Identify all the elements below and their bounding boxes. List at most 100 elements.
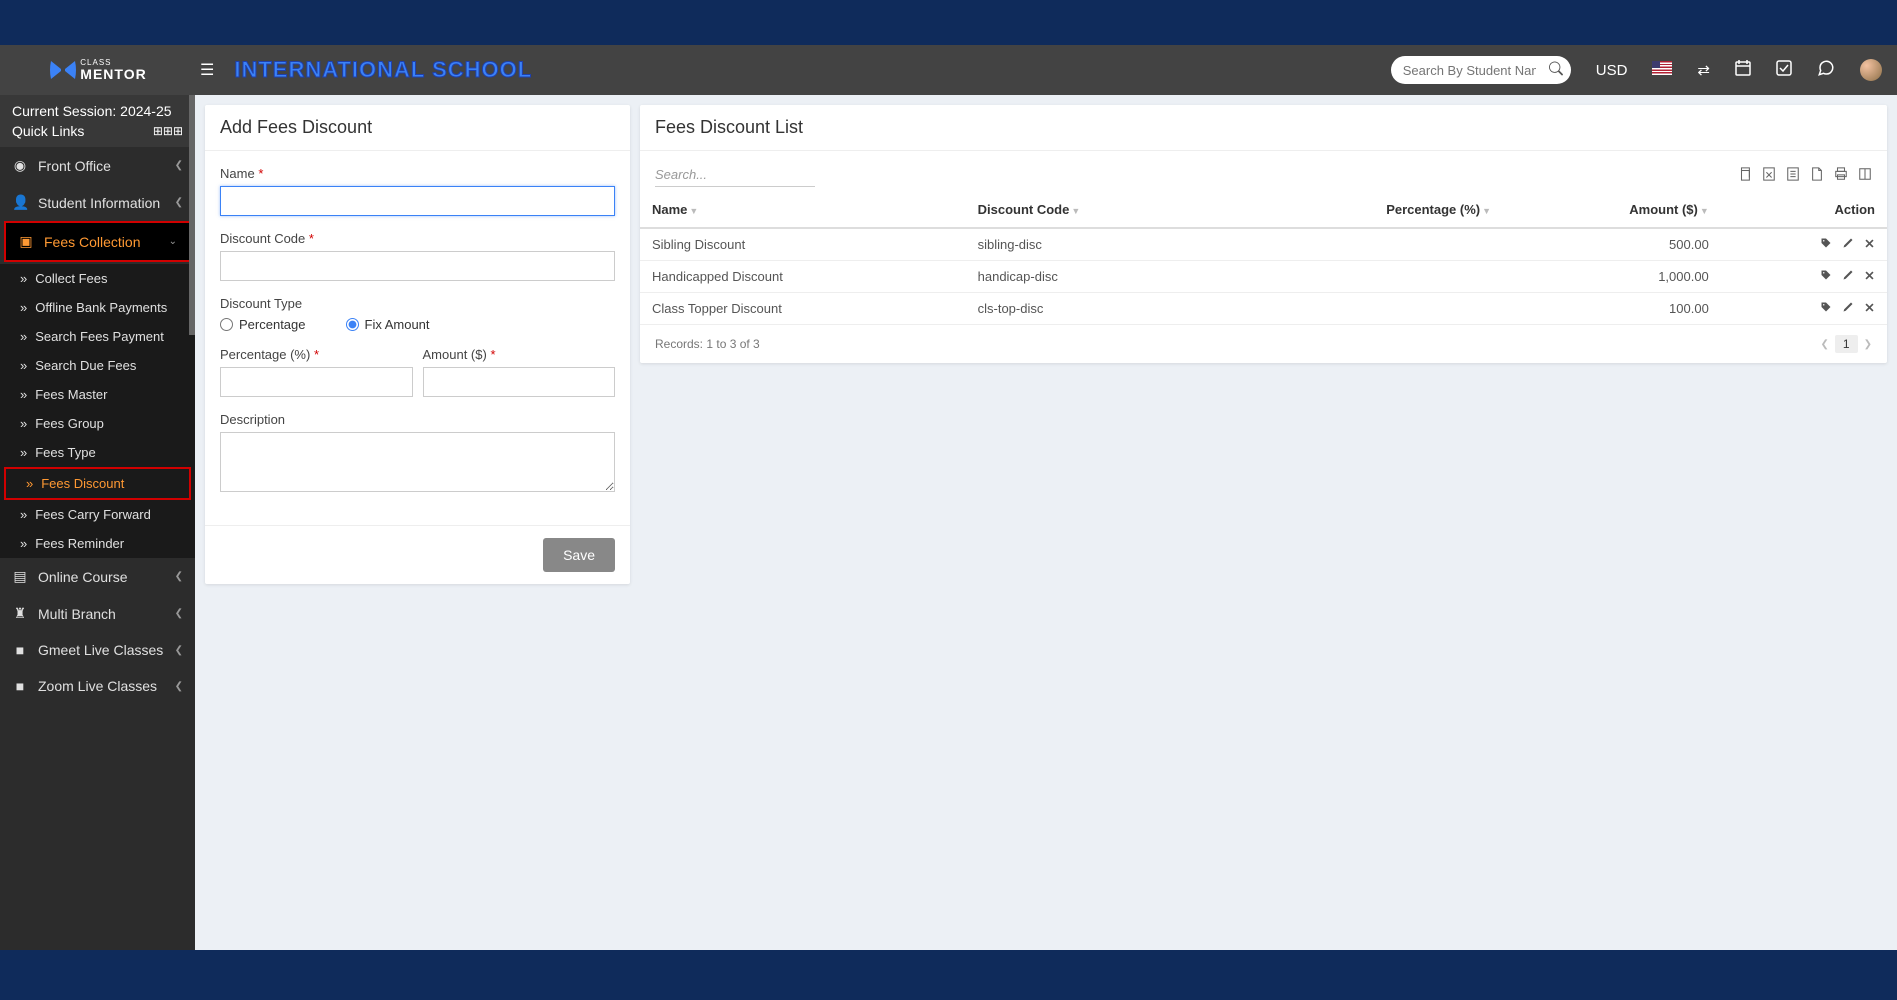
submenu-fees-master[interactable]: »Fees Master <box>0 380 195 409</box>
tag-icon[interactable] <box>1820 237 1832 252</box>
submenu-label: Fees Carry Forward <box>35 507 151 522</box>
pdf-icon[interactable] <box>1810 167 1824 184</box>
session-label: Current Session: 2024-25 <box>12 103 183 119</box>
logo-icon <box>48 58 78 82</box>
logo-text-bottom: MENTOR <box>80 67 146 81</box>
school-title: INTERNATIONAL SCHOOL <box>234 57 532 83</box>
save-button[interactable]: Save <box>543 538 615 572</box>
main-header: CLASS MENTOR ☰ INTERNATIONAL SCHOOL USD … <box>0 45 1897 95</box>
hamburger-icon[interactable]: ☰ <box>200 60 214 80</box>
list-search-input[interactable] <box>655 163 815 187</box>
calendar-icon[interactable] <box>1735 60 1751 80</box>
delete-icon[interactable] <box>1864 301 1875 316</box>
radio-percentage[interactable]: Percentage <box>220 317 306 332</box>
double-chevron-icon: » <box>20 329 27 344</box>
user-avatar[interactable] <box>1860 59 1882 81</box>
csv-icon[interactable] <box>1786 167 1800 184</box>
col-amount[interactable]: Amount ($)▼ <box>1503 192 1721 228</box>
double-chevron-icon: » <box>20 416 27 431</box>
sort-icon: ▼ <box>689 206 698 216</box>
submenu-collect-fees[interactable]: »Collect Fees <box>0 264 195 293</box>
col-name[interactable]: Name▼ <box>640 192 966 228</box>
submenu-offline-bank[interactable]: »Offline Bank Payments <box>0 293 195 322</box>
page-number[interactable]: 1 <box>1835 335 1858 353</box>
cell-code: sibling-disc <box>966 228 1232 261</box>
copy-icon[interactable] <box>1738 167 1752 184</box>
fees-collection-submenu: »Collect Fees »Offline Bank Payments »Se… <box>0 264 195 558</box>
records-count: Records: 1 to 3 of 3 <box>655 337 760 351</box>
name-input[interactable] <box>220 186 615 216</box>
desc-input[interactable] <box>220 432 615 492</box>
amount-input[interactable] <box>423 367 616 397</box>
cell-amount: 1,000.00 <box>1503 261 1721 293</box>
delete-icon[interactable] <box>1864 237 1875 252</box>
submenu-fees-carry[interactable]: » Fees Carry Forward <box>0 500 195 529</box>
radio-fix-amount[interactable]: Fix Amount <box>346 317 430 332</box>
double-chevron-icon: » <box>20 445 27 460</box>
cell-amount: 500.00 <box>1503 228 1721 261</box>
table-row: Handicapped Discounthandicap-disc1,000.0… <box>640 261 1887 293</box>
discount-list-card: Fees Discount List Name▼ Discount Code▼ <box>640 105 1887 363</box>
col-code[interactable]: Discount Code▼ <box>966 192 1232 228</box>
cell-code: cls-top-disc <box>966 293 1232 325</box>
whatsapp-icon[interactable] <box>1817 59 1835 81</box>
sort-icon: ▼ <box>1071 206 1080 216</box>
print-icon[interactable] <box>1834 167 1848 184</box>
sidebar-item-multi-branch[interactable]: ♜Multi Branch ❮ <box>0 595 195 632</box>
submenu-fees-reminder[interactable]: »Fees Reminder <box>0 529 195 558</box>
sidebar-scrollbar[interactable] <box>189 95 195 335</box>
student-search-input[interactable] <box>1391 56 1571 84</box>
edit-icon[interactable] <box>1842 237 1854 252</box>
sidebar-item-online-course[interactable]: ▤Online Course ❮ <box>0 558 195 595</box>
edit-icon[interactable] <box>1842 269 1854 284</box>
columns-icon[interactable] <box>1858 167 1872 184</box>
bottom-banner <box>0 950 1897 1000</box>
submenu-search-fees[interactable]: »Search Fees Payment <box>0 322 195 351</box>
excel-icon[interactable] <box>1762 167 1776 184</box>
menu-label: Front Office <box>38 158 111 174</box>
menu-label: Fees Collection <box>44 234 141 250</box>
submenu-fees-group[interactable]: »Fees Group <box>0 409 195 438</box>
list-title: Fees Discount List <box>640 105 1887 151</box>
code-input[interactable] <box>220 251 615 281</box>
quick-links[interactable]: Quick Links ⊞⊞⊞ <box>12 123 183 139</box>
switch-icon[interactable]: ⇄ <box>1697 61 1710 79</box>
check-icon[interactable] <box>1776 60 1792 80</box>
page-next[interactable]: ❯ <box>1864 339 1872 350</box>
percentage-input[interactable] <box>220 367 413 397</box>
delete-icon[interactable] <box>1864 269 1875 284</box>
sort-icon: ▼ <box>1482 206 1491 216</box>
tag-icon[interactable] <box>1820 301 1832 316</box>
sidebar-item-gmeet[interactable]: ■Gmeet Live Classes ❮ <box>0 632 195 668</box>
submenu-label: Fees Type <box>35 445 95 460</box>
sidebar-item-front-office[interactable]: ◉Front Office ❮ <box>0 147 195 184</box>
table-row: Class Topper Discountcls-top-disc100.00 <box>640 293 1887 325</box>
sidebar-item-zoom[interactable]: ■Zoom Live Classes ❮ <box>0 668 195 704</box>
double-chevron-icon: » <box>20 536 27 551</box>
cell-percent <box>1232 228 1503 261</box>
name-label: Name * <box>220 166 615 181</box>
cell-percent <box>1232 261 1503 293</box>
radio-percentage-label: Percentage <box>239 317 306 332</box>
menu-label: Student Information <box>38 195 160 211</box>
sidebar-item-student-info[interactable]: 👤Student Information ❮ <box>0 184 195 221</box>
submenu-fees-discount[interactable]: »Fees Discount <box>4 467 191 500</box>
app-logo[interactable]: CLASS MENTOR <box>48 58 146 82</box>
chevron-down-icon: ⌄ <box>169 236 177 247</box>
tag-icon[interactable] <box>1820 269 1832 284</box>
cell-name: Handicapped Discount <box>640 261 966 293</box>
submenu-search-due[interactable]: »Search Due Fees <box>0 351 195 380</box>
search-icon[interactable] <box>1549 62 1563 79</box>
pagination: ❮ 1 ❯ <box>1821 335 1872 353</box>
edit-icon[interactable] <box>1842 301 1854 316</box>
page-prev[interactable]: ❮ <box>1821 339 1829 350</box>
double-chevron-icon: » <box>20 507 27 522</box>
grid-icon: ⊞⊞⊞ <box>153 124 183 138</box>
submenu-fees-type[interactable]: » Fees Type <box>0 438 195 467</box>
sidebar-item-fees-collection[interactable]: ▣Fees Collection ⌄ <box>4 221 191 262</box>
menu-label: Online Course <box>38 569 128 585</box>
currency-label[interactable]: USD <box>1596 62 1628 79</box>
document-icon: ▤ <box>12 568 28 585</box>
language-flag[interactable] <box>1652 61 1672 79</box>
col-percent[interactable]: Percentage (%)▼ <box>1232 192 1503 228</box>
